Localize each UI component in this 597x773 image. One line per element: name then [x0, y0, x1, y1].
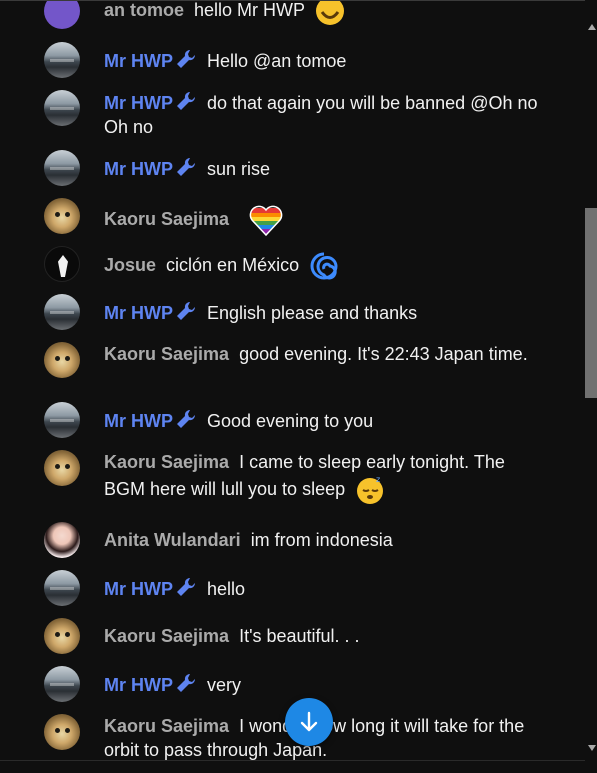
message-text: very [207, 675, 242, 695]
avatar[interactable] [44, 42, 80, 78]
author-name[interactable]: Kaoru Saejima [104, 716, 229, 736]
live-chat-list: an tomoe hello Mr HWP Mr HWP Hello @an tom… [0, 0, 585, 760]
message-text: Good evening to you [207, 411, 374, 431]
avatar[interactable] [44, 198, 80, 234]
author-name[interactable]: Kaoru Saejima [104, 626, 229, 646]
wrench-icon [177, 409, 196, 428]
message-text: hello [207, 579, 246, 599]
avatar[interactable] [44, 246, 80, 282]
message-text: hello Mr HWP [194, 0, 305, 20]
message-text: It's beautiful. . . [239, 626, 360, 646]
arrow-down-icon [300, 711, 318, 732]
chat-message: Mr HWP English please and thanks [0, 294, 585, 330]
author-name[interactable]: Mr HWP [104, 301, 197, 323]
chat-message: Mr HWP Hello @an tomoe [0, 42, 585, 78]
smile-emoji-icon [315, 1, 344, 25]
author-name[interactable]: Josue [104, 255, 156, 275]
wrench-icon [177, 49, 196, 68]
avatar[interactable] [44, 1, 80, 29]
wrench-icon [177, 157, 196, 176]
avatar[interactable] [44, 342, 80, 378]
chat-message: Kaoru Saejima I came to sleep early tonig… [0, 450, 585, 506]
avatar[interactable] [44, 618, 80, 654]
svg-text:z: z [376, 475, 380, 484]
chat-message: Anita Wulandari im from indonesia [0, 522, 585, 558]
author-name[interactable]: Kaoru Saejima [104, 209, 229, 229]
chat-message: Mr HWP do that again you will be banned @… [0, 90, 585, 139]
author-name[interactable]: Mr HWP [104, 49, 197, 71]
message-text: ciclón en México [166, 254, 300, 275]
avatar[interactable] [44, 522, 80, 558]
cyclone-icon [310, 252, 338, 280]
author-name[interactable]: an tomoe [104, 1, 184, 20]
scroll-down-arrow-icon[interactable] [588, 745, 596, 751]
wrench-icon [177, 577, 196, 596]
chat-message: Kaoru Saejima It's beautiful. . . [0, 618, 585, 654]
sleeping-face-icon: z [357, 475, 384, 504]
rainbow-heart-icon [249, 205, 283, 237]
author-name[interactable]: Mr HWP [104, 577, 197, 599]
wrench-icon [177, 91, 196, 110]
author-name[interactable]: Mr HWP [104, 673, 197, 695]
chat-message: Josue ciclón en México [0, 246, 585, 282]
avatar[interactable] [44, 714, 80, 750]
chat-message: Kaoru Saejima good evening. It's 22:43 Ja… [0, 342, 585, 378]
jump-to-bottom-button[interactable] [285, 698, 333, 746]
message-text: Hello @an tomoe [207, 51, 347, 71]
author-name[interactable]: Mr HWP [104, 91, 197, 113]
wrench-icon [177, 673, 196, 692]
chat-message: Mr HWP very [0, 666, 585, 702]
message-text: English please and thanks [207, 303, 418, 323]
author-name[interactable]: Kaoru Saejima [104, 344, 229, 364]
avatar[interactable] [44, 150, 80, 186]
avatar[interactable] [44, 450, 80, 486]
avatar[interactable] [44, 294, 80, 330]
scroll-up-arrow-icon[interactable] [588, 24, 596, 30]
author-name[interactable]: Kaoru Saejima [104, 452, 229, 472]
chat-message: Mr HWP Good evening to you [0, 402, 585, 438]
chat-message: Mr HWP sun rise [0, 150, 585, 186]
chat-message: an tomoe hello Mr HWP [0, 0, 585, 29]
message-text: im from indonesia [250, 530, 393, 550]
avatar[interactable] [44, 666, 80, 702]
message-text: good evening. It's 22:43 Japan time. [239, 344, 528, 364]
author-name[interactable]: Anita Wulandari [104, 530, 241, 550]
chat-message: Mr HWP hello [0, 570, 585, 606]
wrench-icon [177, 301, 196, 320]
author-name[interactable]: Mr HWP [104, 409, 197, 431]
author-name[interactable]: Mr HWP [104, 157, 197, 179]
avatar[interactable] [44, 570, 80, 606]
scrollbar-thumb[interactable] [585, 208, 597, 398]
chat-message: Kaoru Saejima [0, 198, 585, 238]
message-text: sun rise [207, 159, 271, 179]
avatar[interactable] [44, 402, 80, 438]
chat-input-divider [0, 760, 585, 773]
avatar[interactable] [44, 90, 80, 126]
